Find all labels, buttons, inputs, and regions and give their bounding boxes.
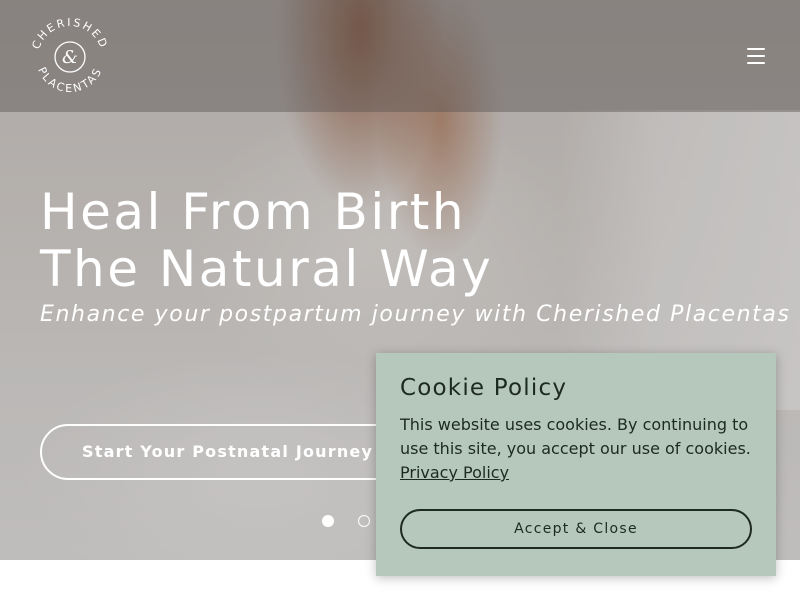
svg-text:&: & [62,47,78,68]
hero-subheadline: Enhance your postpartum journey with Che… [40,302,791,327]
cookie-banner-text: This website uses cookies. By continuing… [400,415,751,458]
hamburger-menu-icon [747,55,765,57]
hero-headline: Heal From Birth The Natural Way [40,184,493,298]
site-header [0,0,800,112]
svg-text:PLACENTAS: PLACENTAS [35,65,105,95]
site-logo[interactable]: CHERISHED PLACENTAS & [28,12,112,100]
privacy-policy-link[interactable]: Privacy Policy [400,461,509,485]
svg-text:CHERISHED: CHERISHED [29,16,110,51]
hero-headline-line2: The Natural Way [40,240,494,298]
hamburger-menu-icon [747,62,765,64]
cookie-banner-title: Cookie Policy [400,375,568,401]
hamburger-menu-icon [747,48,765,50]
cookie-banner: Cookie Policy This website uses cookies.… [376,353,776,576]
slider-dot-1[interactable] [322,515,334,527]
hero-headline-line1: Heal From Birth [40,183,467,241]
cherished-placentas-logo-icon: CHERISHED PLACENTAS & [29,16,110,95]
accept-close-button[interactable]: Accept & Close [400,509,752,549]
hamburger-menu-button[interactable] [740,44,772,68]
slider-dot-2[interactable] [358,515,370,527]
